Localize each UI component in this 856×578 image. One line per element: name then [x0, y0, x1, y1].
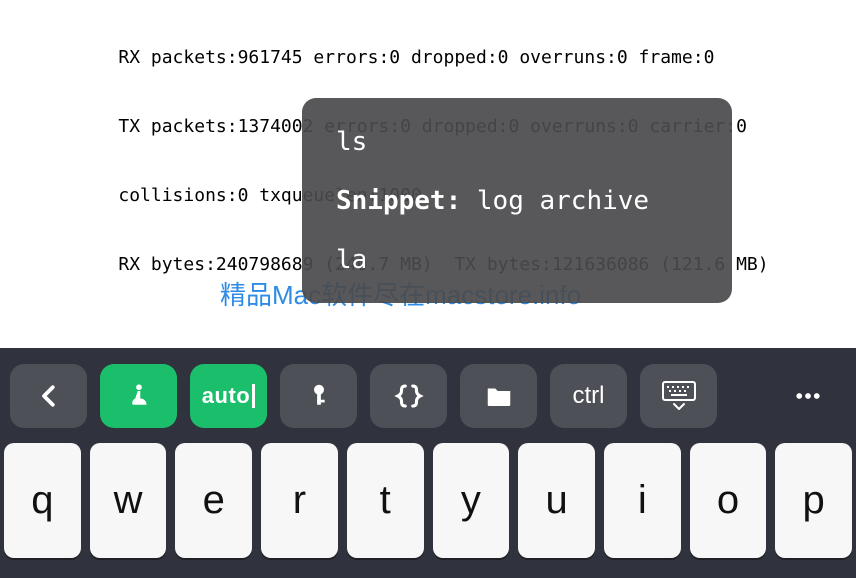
- key-e[interactable]: e: [175, 443, 252, 558]
- terminal-line: RX packets:961745 errors:0 dropped:0 ove…: [10, 46, 846, 69]
- popup-item-la[interactable]: la: [336, 243, 698, 277]
- caret-icon: [252, 384, 255, 408]
- keyboard-row: q w e r t y u i o p: [0, 443, 856, 578]
- back-button[interactable]: [10, 364, 87, 428]
- key-o[interactable]: o: [690, 443, 767, 558]
- chevron-left-icon: [34, 381, 64, 411]
- popup-item-ls[interactable]: ls: [336, 125, 698, 159]
- popup-item-snippet[interactable]: Snippet: log archive: [336, 184, 698, 218]
- key-r[interactable]: r: [261, 443, 338, 558]
- key-icon: [304, 381, 334, 411]
- ctrl-button[interactable]: ctrl: [550, 364, 627, 428]
- ellipsis-icon: [793, 381, 823, 411]
- autocomplete-button[interactable]: auto: [190, 364, 267, 428]
- key-w[interactable]: w: [90, 443, 167, 558]
- popup-snippet-label: Snippet:: [336, 186, 461, 216]
- dismiss-keyboard-button[interactable]: [640, 364, 717, 428]
- key-u[interactable]: u: [518, 443, 595, 558]
- auto-label: auto: [202, 383, 250, 409]
- braces-icon: [394, 381, 424, 411]
- key-t[interactable]: t: [347, 443, 424, 558]
- more-button[interactable]: [769, 364, 846, 428]
- ctrl-label: ctrl: [573, 382, 605, 410]
- popup-snippet-value: log archive: [461, 186, 649, 216]
- folder-icon: [484, 381, 514, 411]
- braces-button[interactable]: [370, 364, 447, 428]
- autocomplete-popup[interactable]: ls Snippet: log archive la: [302, 98, 732, 303]
- key-p[interactable]: p: [775, 443, 852, 558]
- keys-button[interactable]: [280, 364, 357, 428]
- keyboard-dismiss-icon: [660, 380, 698, 412]
- folder-button[interactable]: [460, 364, 537, 428]
- key-y[interactable]: y: [433, 443, 510, 558]
- touch-mode-button[interactable]: [100, 364, 177, 428]
- keyboard-toolbar: auto ctrl: [0, 348, 856, 443]
- key-q[interactable]: q: [4, 443, 81, 558]
- on-screen-keyboard: auto ctrl q w e r t y u i o p: [0, 348, 856, 578]
- touch-icon: [124, 381, 154, 411]
- key-i[interactable]: i: [604, 443, 681, 558]
